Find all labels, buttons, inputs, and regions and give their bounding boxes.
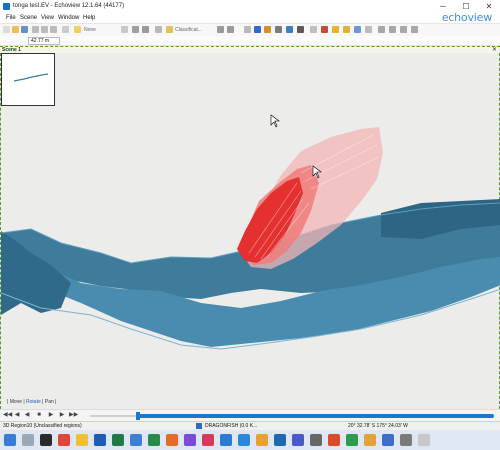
bottom-icon[interactable]: [297, 26, 304, 33]
status-vessel: DRAGONFISH (0.0 K...: [205, 423, 258, 429]
menu-file[interactable]: File: [6, 15, 16, 21]
app-icon-green[interactable]: [346, 434, 358, 446]
cut-icon[interactable]: [32, 26, 39, 33]
excel-icon[interactable]: [112, 434, 124, 446]
line-selector[interactable]: None: [84, 27, 96, 33]
graph-icon[interactable]: [310, 26, 317, 33]
zoom-icon[interactable]: [142, 26, 149, 33]
grid-icon[interactable]: [264, 26, 271, 33]
vessel-icon: [196, 423, 202, 429]
save-icon[interactable]: [21, 26, 28, 33]
menu-help[interactable]: Help: [83, 15, 95, 21]
os-taskbar: [0, 430, 500, 450]
app-icon-gray[interactable]: [310, 434, 322, 446]
task-view-icon[interactable]: [40, 434, 52, 446]
polygon-icon[interactable]: [227, 26, 234, 33]
overview-minimap[interactable]: [1, 53, 55, 106]
light-icon[interactable]: [343, 26, 350, 33]
tray-icon[interactable]: [418, 434, 430, 446]
classification-icon[interactable]: [166, 26, 173, 33]
open-folder-icon[interactable]: [12, 26, 19, 33]
app-icon-blue[interactable]: [382, 434, 394, 446]
window-title: tonga test.EV - Echoview 12.1.64 (44177): [13, 3, 125, 9]
chrome-icon[interactable]: [58, 434, 70, 446]
minimap-track: [13, 73, 49, 82]
fit-icon[interactable]: [411, 26, 418, 33]
app-icon-orange[interactable]: [256, 434, 268, 446]
fast-forward-button[interactable]: ▶▶: [69, 412, 78, 419]
status-region: 3D Region10 (Unclassified regions): [3, 423, 82, 429]
app-icon-amber[interactable]: [364, 434, 376, 446]
magnify-icon[interactable]: [378, 26, 385, 33]
depth-unit: m: [44, 38, 50, 44]
scene-close-button[interactable]: ✕: [492, 46, 497, 53]
step-forward-button[interactable]: ▶: [58, 412, 66, 419]
title-bar: tonga test.EV - Echoview 12.1.64 (44177)…: [0, 0, 500, 15]
ruler-icon[interactable]: [275, 26, 282, 33]
timeline-handle[interactable]: [136, 412, 140, 420]
app-icon-j[interactable]: [148, 434, 160, 446]
echogram-icon[interactable]: [286, 26, 293, 33]
echoview-taskbar-icon[interactable]: [220, 434, 232, 446]
rewind-button[interactable]: ◀◀: [3, 412, 12, 419]
layers-icon[interactable]: [365, 26, 372, 33]
zoom-out-icon[interactable]: [400, 26, 407, 33]
timeline-progress[interactable]: [138, 414, 494, 418]
new-file-icon[interactable]: [3, 26, 10, 33]
mouse-cursor: [270, 114, 280, 128]
menu-bar: File Scene View Window Help: [0, 14, 500, 23]
app-icon-dark[interactable]: [400, 434, 412, 446]
start-icon[interactable]: [4, 434, 16, 446]
sun-icon[interactable]: [332, 26, 339, 33]
undo-icon[interactable]: [41, 26, 48, 33]
scene-viewport[interactable]: | Move | Rotate | Pan |: [0, 53, 500, 409]
todo-icon[interactable]: [238, 434, 250, 446]
app-icon-red[interactable]: [202, 434, 214, 446]
step-back-button[interactable]: ◀: [13, 412, 21, 419]
depth-field[interactable]: 42.77 m: [28, 37, 60, 45]
fish-track-icon[interactable]: [321, 26, 328, 33]
variable-icon[interactable]: [62, 26, 69, 33]
navigation-modes: | Move | Rotate | Pan |: [7, 399, 57, 405]
pan-mode[interactable]: Pan: [45, 399, 54, 405]
chart-icon[interactable]: [254, 26, 261, 33]
menu-scene[interactable]: Scene: [20, 15, 37, 21]
onenote-icon[interactable]: [184, 434, 196, 446]
play-button[interactable]: ▶: [47, 412, 55, 419]
menu-window[interactable]: Window: [58, 15, 79, 21]
toolbar: None Classificat...: [0, 23, 500, 37]
scene-icon[interactable]: [354, 26, 361, 33]
move-mode[interactable]: Move: [10, 399, 22, 405]
teams-icon[interactable]: [292, 434, 304, 446]
region-shape-icon[interactable]: [217, 26, 224, 33]
depth-value: 42.77: [31, 38, 44, 44]
zoom-in-icon[interactable]: [389, 26, 396, 33]
play-back-button[interactable]: ◀: [23, 412, 31, 419]
echoview-app-icon: [3, 3, 10, 10]
pointer-icon[interactable]: [132, 26, 139, 33]
word-icon[interactable]: [130, 434, 142, 446]
target-icon[interactable]: [244, 26, 251, 33]
classification-selector[interactable]: Classificat...: [175, 27, 202, 33]
line-icon[interactable]: [74, 26, 81, 33]
status-position: 20° 32.78' S 175° 24.03' W: [348, 423, 408, 429]
file-explorer-icon[interactable]: [76, 434, 88, 446]
rotate-mode[interactable]: Rotate: [26, 399, 41, 405]
selection-icon[interactable]: [121, 26, 128, 33]
search-icon[interactable]: [22, 434, 34, 446]
app-icon-red-2[interactable]: [328, 434, 340, 446]
outlook-icon[interactable]: [274, 434, 286, 446]
redo-icon[interactable]: [50, 26, 57, 33]
powerpoint-icon[interactable]: [166, 434, 178, 446]
scene-3d-render: [1, 114, 500, 350]
menu-view[interactable]: View: [41, 15, 54, 21]
timeline-track[interactable]: [90, 415, 138, 417]
edge-icon[interactable]: [94, 434, 106, 446]
stop-button[interactable]: ■: [35, 412, 43, 419]
depth-bar: 42.77 m: [0, 36, 500, 46]
region-icon[interactable]: [155, 26, 162, 33]
